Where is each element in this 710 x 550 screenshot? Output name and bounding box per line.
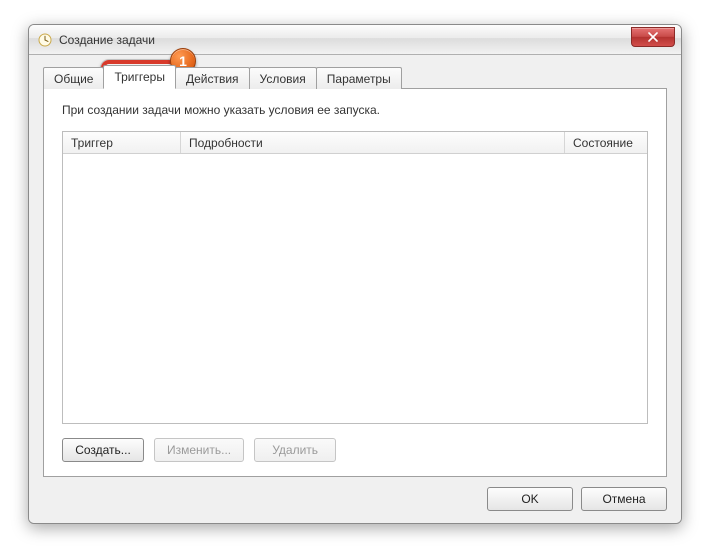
client-area: Общие Триггеры Действия Условия Параметр… [29, 55, 681, 523]
column-header-details[interactable]: Подробности [181, 132, 565, 153]
create-task-dialog: Создание задачи Общие Триггеры Действия … [28, 24, 682, 524]
triggers-panel: При создании задачи можно указать услови… [43, 88, 667, 477]
tab-triggers[interactable]: Триггеры [103, 65, 176, 89]
action-row: Создать... Изменить... Удалить [62, 438, 648, 462]
list-body[interactable] [63, 154, 647, 423]
tab-actions[interactable]: Действия [175, 67, 250, 89]
clock-icon [37, 32, 53, 48]
tabstrip: Общие Триггеры Действия Условия Параметр… [43, 65, 667, 89]
column-header-trigger[interactable]: Триггер [63, 132, 181, 153]
cancel-button[interactable]: Отмена [581, 487, 667, 511]
close-button[interactable] [631, 27, 675, 47]
dialog-buttons: OK Отмена [43, 477, 667, 511]
tab-conditions[interactable]: Условия [249, 67, 317, 89]
delete-button: Удалить [254, 438, 336, 462]
close-icon [648, 32, 658, 42]
window-title: Создание задачи [59, 33, 155, 47]
tab-general[interactable]: Общие [43, 67, 104, 89]
titlebar[interactable]: Создание задачи [29, 25, 681, 55]
triggers-list[interactable]: Триггер Подробности Состояние [62, 131, 648, 424]
create-button[interactable]: Создать... [62, 438, 144, 462]
edit-button: Изменить... [154, 438, 244, 462]
tab-settings[interactable]: Параметры [316, 67, 402, 89]
helper-text: При создании задачи можно указать услови… [62, 103, 648, 117]
list-header: Триггер Подробности Состояние [63, 132, 647, 154]
column-header-state[interactable]: Состояние [565, 132, 647, 153]
ok-button[interactable]: OK [487, 487, 573, 511]
